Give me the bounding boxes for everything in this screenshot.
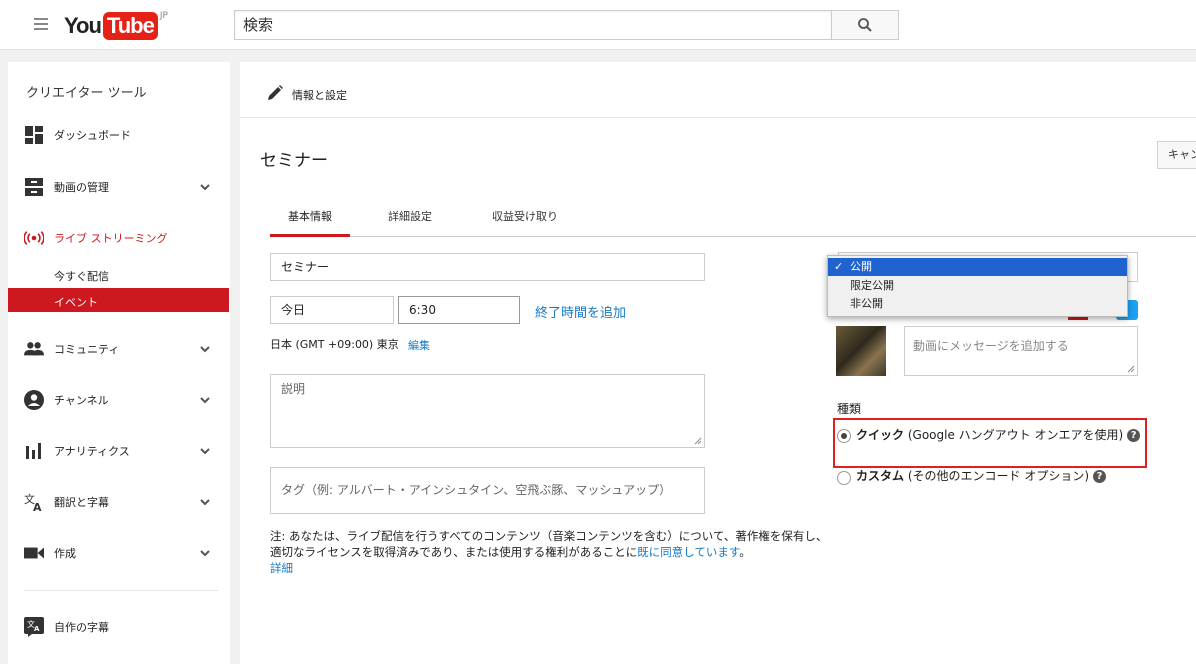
search-icon: [858, 18, 872, 32]
custom-radio[interactable]: [837, 471, 851, 485]
option-label: 公開: [850, 260, 872, 273]
check-icon: ✓: [834, 260, 844, 273]
description-placeholder: 説明: [281, 382, 306, 396]
section-label: 情報と設定: [292, 89, 347, 102]
sidebar-item-video-manager[interactable]: 動画の管理: [8, 174, 230, 200]
sidebar-item-analytics[interactable]: アナリティクス: [8, 438, 230, 464]
youtube-logo[interactable]: You Tube JP: [64, 11, 168, 40]
video-manager-icon: [24, 177, 44, 197]
agree-link[interactable]: 既に同意しています: [637, 545, 739, 559]
custom-option[interactable]: カスタム (その他のエンコード オプション)?: [856, 466, 1156, 486]
quick-detail: (Google ハングアウト オンエアを使用): [907, 428, 1124, 442]
section-header: 情報と設定: [240, 62, 1196, 118]
resize-handle-icon[interactable]: [694, 437, 702, 445]
help-icon[interactable]: ?: [1127, 429, 1141, 442]
svg-text:A: A: [34, 625, 40, 633]
avatar: [836, 326, 886, 376]
privacy-option-public[interactable]: ✓ 公開: [828, 258, 1127, 276]
chevron-down-icon[interactable]: [198, 180, 212, 194]
message-placeholder: 動画にメッセージを追加する: [913, 339, 1069, 353]
page-title: セミナー: [260, 151, 328, 171]
sidebar-item-community[interactable]: コミュニティ: [8, 336, 230, 362]
privacy-dropdown-menu: ✓ 公開 限定公開 非公開: [827, 255, 1128, 317]
tab-basic-info[interactable]: 基本情報: [270, 202, 350, 237]
sidebar-item-dashboard[interactable]: ダッシュボード: [8, 122, 230, 148]
analytics-icon: [24, 441, 44, 461]
sidebar-item-channel[interactable]: チャンネル: [8, 387, 230, 413]
logo-region: JP: [159, 11, 168, 21]
sidebar-item-label: 自作の字幕: [54, 621, 109, 634]
sidebar-item-label: 作成: [54, 547, 76, 560]
creator-sidebar: クリエイター ツール ダッシュボード 動画の管理 ライブ ストリーミング 今すぐ…: [8, 62, 230, 664]
details-link[interactable]: 詳細: [270, 561, 293, 575]
sidebar-item-label: ダッシュボード: [54, 129, 131, 142]
sidebar-item-translations[interactable]: 文A 翻訳と字幕: [8, 489, 230, 515]
sidebar-divider: [24, 590, 218, 591]
chevron-down-icon[interactable]: [198, 393, 212, 407]
copyright-note: 注: あなたは、ライブ配信を行うすべてのコンテンツ（音楽コンテンツを含む）につい…: [270, 528, 834, 576]
svg-text:A: A: [33, 501, 42, 512]
create-icon: [24, 543, 44, 563]
sidebar-item-live-streaming[interactable]: ライブ ストリーミング: [8, 225, 230, 251]
resize-handle-icon[interactable]: [1127, 365, 1135, 373]
quick-radio[interactable]: [837, 429, 851, 443]
search-input[interactable]: 検索: [234, 10, 832, 40]
sidebar-title: クリエイター ツール: [26, 86, 147, 101]
quick-label: クイック: [856, 428, 905, 442]
main-panel: 情報と設定 セミナー キャンセル 基本情報 詳細設定 収益受け取り セミナー 今…: [240, 62, 1196, 664]
cancel-button[interactable]: キャンセル: [1157, 141, 1196, 169]
privacy-option-unlisted[interactable]: 限定公開: [828, 277, 1127, 295]
hamburger-icon[interactable]: [34, 18, 48, 30]
sidebar-item-label: 翻訳と字幕: [54, 496, 109, 509]
sidebar-subitem-label: イベント: [54, 296, 98, 309]
chevron-down-icon[interactable]: [198, 495, 212, 509]
date-input[interactable]: 今日: [270, 296, 394, 324]
custom-label: カスタム: [856, 469, 905, 483]
chevron-down-icon[interactable]: [198, 444, 212, 458]
logo-tube: Tube: [102, 12, 158, 40]
logo-you: You: [64, 13, 102, 38]
search-button[interactable]: [831, 10, 899, 40]
tab-advanced-settings[interactable]: 詳細設定: [375, 202, 445, 237]
time-input[interactable]: 6:30: [398, 296, 520, 324]
sidebar-item-label: チャンネル: [54, 394, 109, 407]
tab-monetization[interactable]: 収益受け取り: [475, 202, 575, 237]
chevron-down-icon[interactable]: [198, 342, 212, 356]
subtitles-icon: 文A: [24, 617, 44, 637]
sidebar-item-my-subtitles[interactable]: 文A 自作の字幕: [8, 614, 230, 640]
add-end-time-link[interactable]: 終了時間を追加: [535, 302, 626, 321]
stream-type-label: 種類: [837, 402, 862, 416]
tab-bar: 基本情報 詳細設定 収益受け取り: [270, 202, 1196, 237]
description-textarea[interactable]: 説明: [270, 374, 705, 448]
privacy-option-private[interactable]: 非公開: [828, 295, 1127, 313]
sidebar-item-label: コミュニティ: [54, 343, 120, 356]
sidebar-item-label: アナリティクス: [54, 445, 130, 458]
top-bar: You Tube JP 検索: [0, 0, 1196, 50]
timezone-label: 日本 (GMT +09:00) 東京: [270, 338, 399, 351]
help-icon[interactable]: ?: [1093, 470, 1107, 483]
message-textarea[interactable]: 動画にメッセージを追加する: [904, 326, 1138, 376]
tags-input[interactable]: タグ（例: アルバート・アインシュタイン、空飛ぶ豚、マッシュアップ）: [270, 467, 705, 514]
option-label: 限定公開: [850, 279, 894, 292]
sidebar-item-label: 動画の管理: [54, 181, 109, 194]
option-label: 非公開: [850, 297, 883, 310]
sidebar-subitem-events[interactable]: イベント: [8, 288, 229, 312]
quick-option[interactable]: クイック (Google ハングアウト オンエアを使用)?: [856, 425, 1146, 445]
note-period: 。: [739, 545, 751, 559]
custom-detail: (その他のエンコード オプション): [907, 469, 1090, 483]
pencil-icon: [268, 85, 283, 100]
timezone-edit-link[interactable]: 編集: [408, 337, 430, 353]
title-input[interactable]: セミナー: [270, 253, 705, 281]
sidebar-item-label: ライブ ストリーミング: [54, 232, 168, 245]
sidebar-subitem-label: 今すぐ配信: [54, 270, 109, 283]
sidebar-subitem-live-now[interactable]: 今すぐ配信: [8, 262, 229, 286]
channel-icon: [24, 390, 44, 410]
live-streaming-icon: [24, 228, 44, 248]
translate-icon: 文A: [24, 492, 44, 512]
chevron-down-icon[interactable]: [198, 546, 212, 560]
community-icon: [24, 339, 44, 359]
sidebar-item-create[interactable]: 作成: [8, 540, 230, 566]
dashboard-icon: [24, 125, 44, 145]
